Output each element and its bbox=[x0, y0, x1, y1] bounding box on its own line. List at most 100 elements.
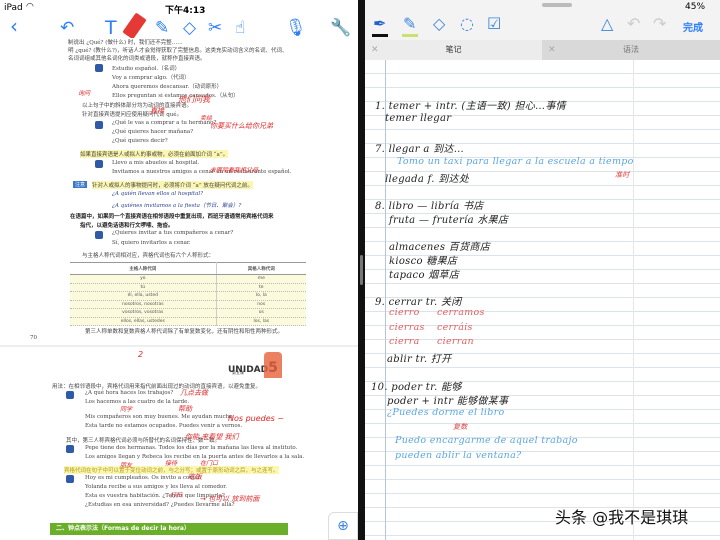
cell: te bbox=[216, 283, 306, 292]
split-view-divider[interactable] bbox=[358, 0, 365, 540]
cell: nosotros, nosotras bbox=[70, 300, 217, 309]
note-line: llegada f. 到达处 bbox=[385, 174, 470, 185]
handwritten-annotation: 接待 bbox=[165, 460, 178, 467]
clock: 下午4:13 bbox=[165, 6, 206, 16]
divider-handle[interactable] bbox=[360, 255, 363, 285]
wifi-icon: ◠ bbox=[26, 2, 34, 12]
example-icon bbox=[66, 391, 74, 399]
text-line: ¿A quién llevan ellos al hospital? bbox=[112, 191, 204, 197]
hand-icon[interactable]: ☝ bbox=[235, 17, 245, 39]
handwritten-annotation: 询问 bbox=[78, 90, 91, 97]
cell: ellos, ellas, ustedes bbox=[70, 317, 217, 326]
highlighter-color-swatch[interactable] bbox=[402, 34, 418, 37]
handwritten-annotation: 同学 bbox=[120, 406, 133, 413]
note-line: 9. cerrar tr. 关闭 bbox=[375, 297, 462, 308]
close-icon[interactable]: ✕ bbox=[371, 40, 379, 60]
text-line: Sí, quiero invitarlos a cenar. bbox=[112, 240, 191, 246]
highlighter-icon[interactable]: ✎ bbox=[155, 17, 169, 39]
table-row: vosotros, vosotras os bbox=[70, 308, 306, 318]
text-line: 与主格人称代词相对应，宾格代词也有六个人称形式： bbox=[82, 253, 215, 259]
lasso-icon[interactable]: ◌ bbox=[460, 14, 474, 33]
table-row: tú te bbox=[70, 283, 306, 292]
wrench-icon[interactable]: 🔧 bbox=[330, 17, 351, 39]
table-row: ellos, ellas, ustedes los, las bbox=[70, 317, 306, 326]
example-icon bbox=[95, 231, 103, 239]
eraser-icon[interactable]: ◇ bbox=[433, 14, 445, 33]
battery-label: 45% bbox=[685, 2, 706, 12]
note-line: Puedo encargarme de aquel trabajo bbox=[395, 435, 578, 446]
highlighter-icon[interactable]: ✎ bbox=[403, 14, 416, 33]
text-line: Mis compañeros son muy buenes. Me ayudan… bbox=[85, 414, 235, 420]
close-icon[interactable]: ✕ bbox=[548, 40, 556, 60]
handwritten-annotation: 你能 来看望 我们 bbox=[185, 433, 239, 441]
text-line: Invitamos a nuestros amigos a cenar en u… bbox=[112, 169, 292, 175]
handwritten-annotation: 吃饭 bbox=[188, 473, 202, 481]
tab-notes[interactable]: ✕ 笔记 bbox=[365, 40, 542, 60]
zoom-in-button[interactable]: ⊕ bbox=[328, 512, 358, 540]
cell: yo bbox=[70, 274, 217, 284]
edit-icon[interactable]: ☑ bbox=[487, 14, 501, 33]
text-line: 用法：在相邻语段中，宾格代词用来指代前面出现过的动词的直接宾语，以避免重复。 bbox=[52, 384, 262, 390]
table-row: él, ella, usted lo, la bbox=[70, 291, 306, 301]
margin-line bbox=[633, 60, 634, 540]
drag-handle[interactable] bbox=[542, 3, 572, 7]
handwritten-annotation: 你要买什么给你兄弟 bbox=[210, 122, 273, 130]
zoom-in-icon: ⊕ bbox=[337, 518, 349, 534]
note-line: 10. poder tr. 能够 bbox=[371, 382, 462, 393]
undo-icon[interactable]: ↶ bbox=[627, 14, 640, 33]
cell: los, las bbox=[216, 317, 306, 326]
text-line: 第三人称单数和复数宾格人称代词除了有单复数变化，还有阴性和阳性两种形式。 bbox=[85, 329, 284, 335]
cell: vosotros, vosotras bbox=[70, 308, 217, 318]
note-line: 复数 bbox=[453, 423, 468, 431]
text-line: Ellos preguntan si estamos cansados.（从句） bbox=[112, 93, 239, 99]
eraser-icon[interactable]: ◇ bbox=[183, 17, 196, 39]
example-icon bbox=[95, 64, 103, 72]
table-row: nosotros, nosotras nos bbox=[70, 300, 306, 309]
example-icon bbox=[95, 160, 103, 168]
redo-icon[interactable]: ↷ bbox=[653, 14, 666, 33]
cell: tú bbox=[70, 283, 217, 292]
page-separator bbox=[0, 345, 358, 347]
cell: me bbox=[216, 274, 306, 284]
text-icon[interactable]: T bbox=[105, 17, 117, 39]
scissors-icon[interactable]: ✂ bbox=[208, 17, 222, 39]
microphone-icon[interactable]: 🎙 bbox=[285, 17, 307, 39]
text-line: Ahora queremos descansar.（动词原形） bbox=[112, 84, 223, 90]
note-line: cierra bbox=[389, 336, 420, 347]
notes-pane: 45% ✒ ✎ ◇ ◌ ☑ △ ↶ ↷ 完成 ✕ 笔记 ✕ 语法 1. temer … bbox=[365, 0, 720, 540]
done-button[interactable]: 完成 bbox=[683, 19, 703, 34]
note-line: temer llegar bbox=[385, 113, 452, 124]
note-line: poder + intr 能够做某事 bbox=[387, 396, 509, 407]
note-line: fruta — frutería 水果店 bbox=[389, 215, 509, 226]
back-icon[interactable]: ‹ bbox=[10, 15, 18, 37]
cell: él, ella, usted bbox=[70, 291, 217, 301]
note-line: cierro bbox=[389, 307, 420, 318]
tab-label: 语法 bbox=[623, 45, 639, 54]
cell: lo, la bbox=[216, 291, 306, 301]
note-line: ablir tr. 打开 bbox=[387, 354, 452, 365]
handwritten-annotation: 几点去做 bbox=[180, 389, 208, 397]
table-row: yo me bbox=[70, 274, 306, 284]
text-line: Los hacemos a las cuatro de la tarde. bbox=[85, 399, 190, 405]
text-line: ¿Quieres invitar a tus compañeros a cena… bbox=[112, 230, 234, 236]
lined-note-page[interactable]: 1. temer + intr. (主语一致) 担心…事情 temer lleg… bbox=[365, 60, 720, 540]
shapes-icon[interactable]: △ bbox=[601, 14, 613, 33]
pen-color-swatch[interactable] bbox=[372, 34, 388, 37]
page-number: 70 bbox=[30, 335, 37, 341]
pen-icon[interactable]: ✒ bbox=[373, 14, 386, 33]
handwritten-annotation: 他们问我 bbox=[178, 95, 210, 104]
undo-icon[interactable]: ↶ bbox=[60, 17, 74, 39]
text-line: 制说出 ¿Qué? (做什么) 时，我们还不完整…… bbox=[68, 40, 183, 46]
watermark: 头条 @我不是琪琪 bbox=[555, 508, 689, 527]
tab-grammar[interactable]: ✕ 语法 bbox=[542, 40, 720, 60]
text-line: 明 ¿qué? (教什么?)，听话人才会觉得获取了完整信息。这类充实动词含义的名… bbox=[68, 48, 288, 54]
pen-icon[interactable] bbox=[122, 12, 147, 40]
text-line: 名词词组或其他名词化的词类或语段，就称作直接宾语。 bbox=[68, 56, 206, 62]
note-line: cierran bbox=[437, 336, 474, 347]
text-line: 以上句子中的斜体部分均为动词的直接宾语。 bbox=[82, 103, 193, 109]
note-line: cerráis bbox=[437, 322, 473, 333]
note-line: kiosco 糖果店 bbox=[389, 256, 458, 267]
text-line: Voy a comprar algo.（代词） bbox=[112, 75, 190, 81]
notes-toolbar: 45% ✒ ✎ ◇ ◌ ☑ △ ↶ ↷ 完成 bbox=[365, 0, 720, 40]
note-line: 8. libro — libría 书店 bbox=[375, 201, 484, 212]
